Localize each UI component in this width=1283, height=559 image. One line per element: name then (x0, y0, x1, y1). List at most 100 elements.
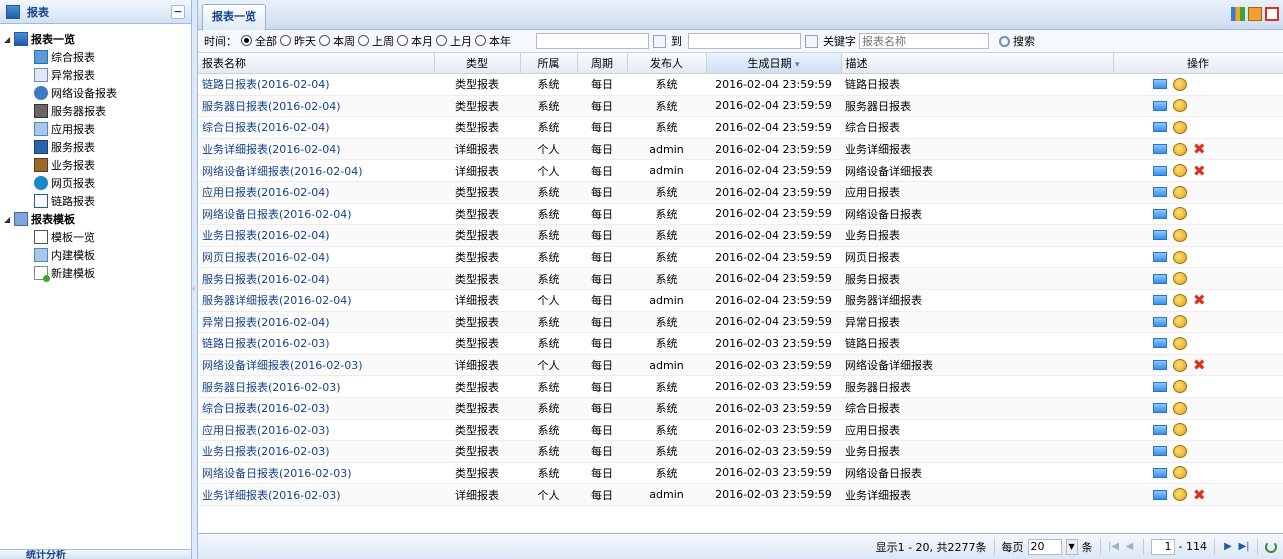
tree-node-report-overview[interactable]: ◢ 报表一览 (0, 30, 191, 48)
cell-report-name[interactable]: 网络设备日报表(2016-02-04) (198, 203, 434, 226)
last-page-icon[interactable]: ▶| (1238, 541, 1250, 552)
edit-icon[interactable] (1173, 142, 1187, 156)
delete-icon[interactable]: ✖ (1193, 358, 1206, 373)
keyword-input[interactable] (859, 33, 989, 49)
delete-icon[interactable]: ✖ (1193, 487, 1206, 502)
table-row[interactable]: 网络设备详细报表(2016-02-04) 详细报表 个人 每日 admin 2016-02… (198, 159, 1283, 182)
edit-icon[interactable] (1173, 250, 1187, 264)
column-header-date[interactable]: 生成日期 ▾ (706, 53, 842, 74)
prev-page-icon[interactable]: ◀ (1124, 541, 1136, 552)
delete-icon[interactable]: ✖ (1193, 293, 1206, 308)
table-row[interactable]: 网络设备日报表(2016-02-04) 类型报表 系统 每日 系统 2016-02-04 … (198, 203, 1283, 226)
time-radio-option[interactable]: 昨天 (280, 33, 316, 49)
time-radio-option[interactable]: 本周 (319, 33, 355, 49)
tree-item-new-template[interactable]: 新建模板 (0, 264, 191, 282)
mail-icon[interactable] (1153, 208, 1167, 219)
radio-button[interactable] (436, 35, 447, 47)
cell-report-name[interactable]: 应用日报表(2016-02-04) (198, 181, 434, 204)
cell-report-name[interactable]: 综合日报表(2016-02-04) (198, 116, 434, 139)
tree-item-abnormal[interactable]: 异常报表 (0, 66, 191, 84)
radio-button[interactable] (397, 35, 408, 47)
radio-button[interactable] (475, 35, 486, 47)
table-row[interactable]: 网页日报表(2016-02-04) 类型报表 系统 每日 系统 2016-02-04 23… (198, 246, 1283, 269)
radio-button[interactable] (241, 35, 252, 47)
edit-icon[interactable] (1173, 77, 1187, 91)
mail-icon[interactable] (1153, 122, 1167, 133)
table-row[interactable]: 应用日报表(2016-02-04) 类型报表 系统 每日 系统 2016-02-04 23… (198, 181, 1283, 204)
column-header-type[interactable]: 类型 (434, 53, 521, 74)
cell-report-name[interactable]: 链路日报表(2016-02-04) (198, 73, 434, 96)
edit-icon[interactable] (1173, 272, 1187, 286)
mail-icon[interactable] (1153, 295, 1167, 306)
refresh-icon[interactable] (1265, 540, 1277, 553)
mail-icon[interactable] (1153, 381, 1167, 392)
radio-button[interactable] (280, 35, 291, 47)
edit-icon[interactable] (1173, 207, 1187, 221)
radio-button[interactable] (319, 35, 330, 47)
tree-item-network-device[interactable]: 网络设备报表 (0, 84, 191, 102)
table-row[interactable]: 链路日报表(2016-02-03) 类型报表 系统 每日 系统 2016-02-03 23… (198, 332, 1283, 355)
mail-icon[interactable] (1153, 338, 1167, 349)
tree-item-service[interactable]: 服务报表 (0, 138, 191, 156)
table-row[interactable]: 服务日报表(2016-02-04) 类型报表 系统 每日 系统 2016-02-04 23… (198, 267, 1283, 290)
search-button[interactable]: 搜索 (999, 33, 1035, 49)
edit-icon[interactable] (1173, 401, 1187, 415)
table-row[interactable]: 异常日报表(2016-02-04) 类型报表 系统 每日 系统 2016-02-04 23… (198, 311, 1283, 334)
first-page-icon[interactable]: |◀ (1108, 541, 1120, 552)
table-row[interactable]: 链路日报表(2016-02-04) 类型报表 系统 每日 系统 2016-02-04 23… (198, 73, 1283, 96)
mail-icon[interactable] (1153, 252, 1167, 263)
tab-report-overview[interactable]: 报表一览 (202, 4, 266, 30)
table-row[interactable]: 业务详细报表(2016-02-03) 详细报表 个人 每日 admin 2016-02-0… (198, 483, 1283, 506)
mail-icon[interactable] (1153, 144, 1167, 155)
mail-icon[interactable] (1153, 187, 1167, 198)
mail-icon[interactable] (1153, 467, 1167, 478)
edit-icon[interactable] (1173, 164, 1187, 178)
edit-icon[interactable] (1173, 444, 1187, 458)
tree-item-server[interactable]: 服务器报表 (0, 102, 191, 120)
cell-report-name[interactable]: 网络设备详细报表(2016-02-03) (198, 354, 434, 377)
table-row[interactable]: 应用日报表(2016-02-03) 类型报表 系统 每日 系统 2016-02-03 23… (198, 419, 1283, 442)
table-row[interactable]: 服务器日报表(2016-02-04) 类型报表 系统 每日 系统 2016-02-04 2… (198, 95, 1283, 118)
cell-report-name[interactable]: 业务详细报表(2016-02-04) (198, 138, 434, 161)
cell-report-name[interactable]: 业务日报表(2016-02-04) (198, 224, 434, 247)
cell-report-name[interactable]: 链路日报表(2016-02-03) (198, 332, 434, 355)
tree-item-webpage[interactable]: 网页报表 (0, 174, 191, 192)
cell-report-name[interactable]: 网络设备详细报表(2016-02-04) (198, 159, 434, 182)
time-radio-option[interactable]: 本年 (475, 33, 511, 49)
table-row[interactable]: 业务详细报表(2016-02-04) 详细报表 个人 每日 admin 2016-02-0… (198, 138, 1283, 161)
edit-icon[interactable] (1173, 99, 1187, 113)
calendar-picker-icon[interactable] (805, 34, 818, 48)
cell-report-name[interactable]: 服务器日报表(2016-02-03) (198, 375, 434, 398)
cell-report-name[interactable]: 服务日报表(2016-02-04) (198, 267, 434, 290)
edit-icon[interactable] (1173, 488, 1187, 502)
collapse-button[interactable]: − (171, 4, 185, 19)
time-radio-option[interactable]: 上周 (358, 33, 394, 49)
table-row[interactable]: 服务器日报表(2016-02-03) 类型报表 系统 每日 系统 2016-02-03 2… (198, 375, 1283, 398)
cell-report-name[interactable]: 网页日报表(2016-02-04) (198, 246, 434, 269)
statistics-panel-header[interactable]: 统计分析 (0, 549, 191, 559)
delete-icon[interactable]: ✖ (1193, 163, 1206, 178)
table-row[interactable]: 综合日报表(2016-02-04) 类型报表 系统 每日 系统 2016-02-04 23… (198, 116, 1283, 139)
mail-icon[interactable] (1153, 230, 1167, 241)
mail-icon[interactable] (1153, 316, 1167, 327)
mail-icon[interactable] (1153, 489, 1167, 500)
table-row[interactable]: 业务日报表(2016-02-04) 类型报表 系统 每日 系统 2016-02-04 23… (198, 224, 1283, 247)
cell-report-name[interactable]: 服务器详细报表(2016-02-04) (198, 289, 434, 312)
expand-triangle-icon[interactable]: ◢ (4, 35, 14, 44)
cell-report-name[interactable]: 服务器日报表(2016-02-04) (198, 95, 434, 118)
edit-icon[interactable] (1173, 358, 1187, 372)
table-row[interactable]: 网络设备详细报表(2016-02-03) 详细报表 个人 每日 admin 2016-02… (198, 354, 1283, 377)
mail-icon[interactable] (1153, 100, 1167, 111)
tree-item-link[interactable]: 链路报表 (0, 192, 191, 210)
per-page-select[interactable]: 20 (1027, 538, 1062, 555)
calendar-icon[interactable] (1265, 7, 1279, 21)
mail-icon[interactable] (1153, 424, 1167, 435)
table-row[interactable]: 业务日报表(2016-02-03) 类型报表 系统 每日 系统 2016-02-03 23… (198, 440, 1283, 463)
cell-report-name[interactable]: 网络设备日报表(2016-02-03) (198, 462, 434, 485)
table-row[interactable]: 综合日报表(2016-02-03) 类型报表 系统 每日 系统 2016-02-03 23… (198, 397, 1283, 420)
column-header-publisher[interactable]: 发布人 (627, 53, 707, 74)
cell-report-name[interactable]: 综合日报表(2016-02-03) (198, 397, 434, 420)
tree-item-template-list[interactable]: 模板一览 (0, 228, 191, 246)
tree-item-builtin-template[interactable]: 内建模板 (0, 246, 191, 264)
cell-report-name[interactable]: 业务详细报表(2016-02-03) (198, 483, 434, 506)
